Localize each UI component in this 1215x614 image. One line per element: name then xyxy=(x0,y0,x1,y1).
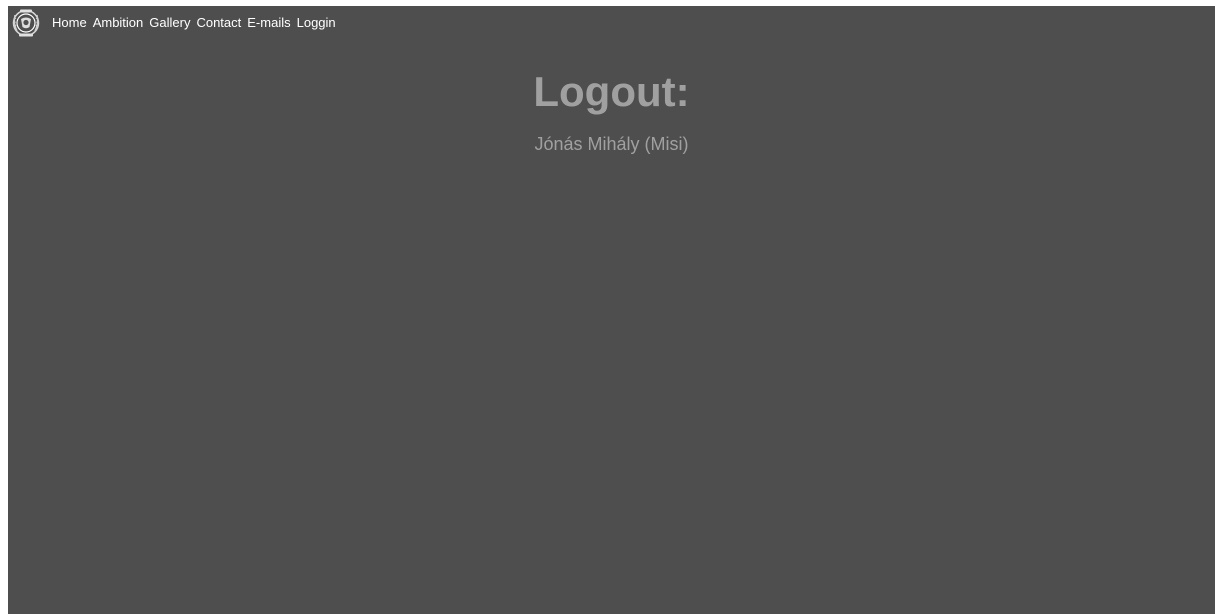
user-name: Jónás Mihály (Misi) xyxy=(534,134,689,154)
nav-link-contact[interactable]: Contact xyxy=(196,15,241,30)
page-title: Logout: xyxy=(533,68,690,115)
nav-link-emails[interactable]: E-mails xyxy=(247,15,290,30)
nav-links: Home Ambition Gallery Contact E-mails Lo… xyxy=(52,15,342,30)
nav-link-loggin[interactable]: Loggin xyxy=(297,15,336,30)
nav-link-home[interactable]: Home xyxy=(52,15,87,30)
logo-graphic xyxy=(12,9,40,37)
nav-link-ambition[interactable]: Ambition xyxy=(93,15,144,30)
page: Home Ambition Gallery Contact E-mails Lo… xyxy=(8,6,1215,614)
navbar: Home Ambition Gallery Contact E-mails Lo… xyxy=(8,6,342,40)
laurel-emblem-icon[interactable] xyxy=(8,6,44,40)
nav-link-gallery[interactable]: Gallery xyxy=(149,15,190,30)
